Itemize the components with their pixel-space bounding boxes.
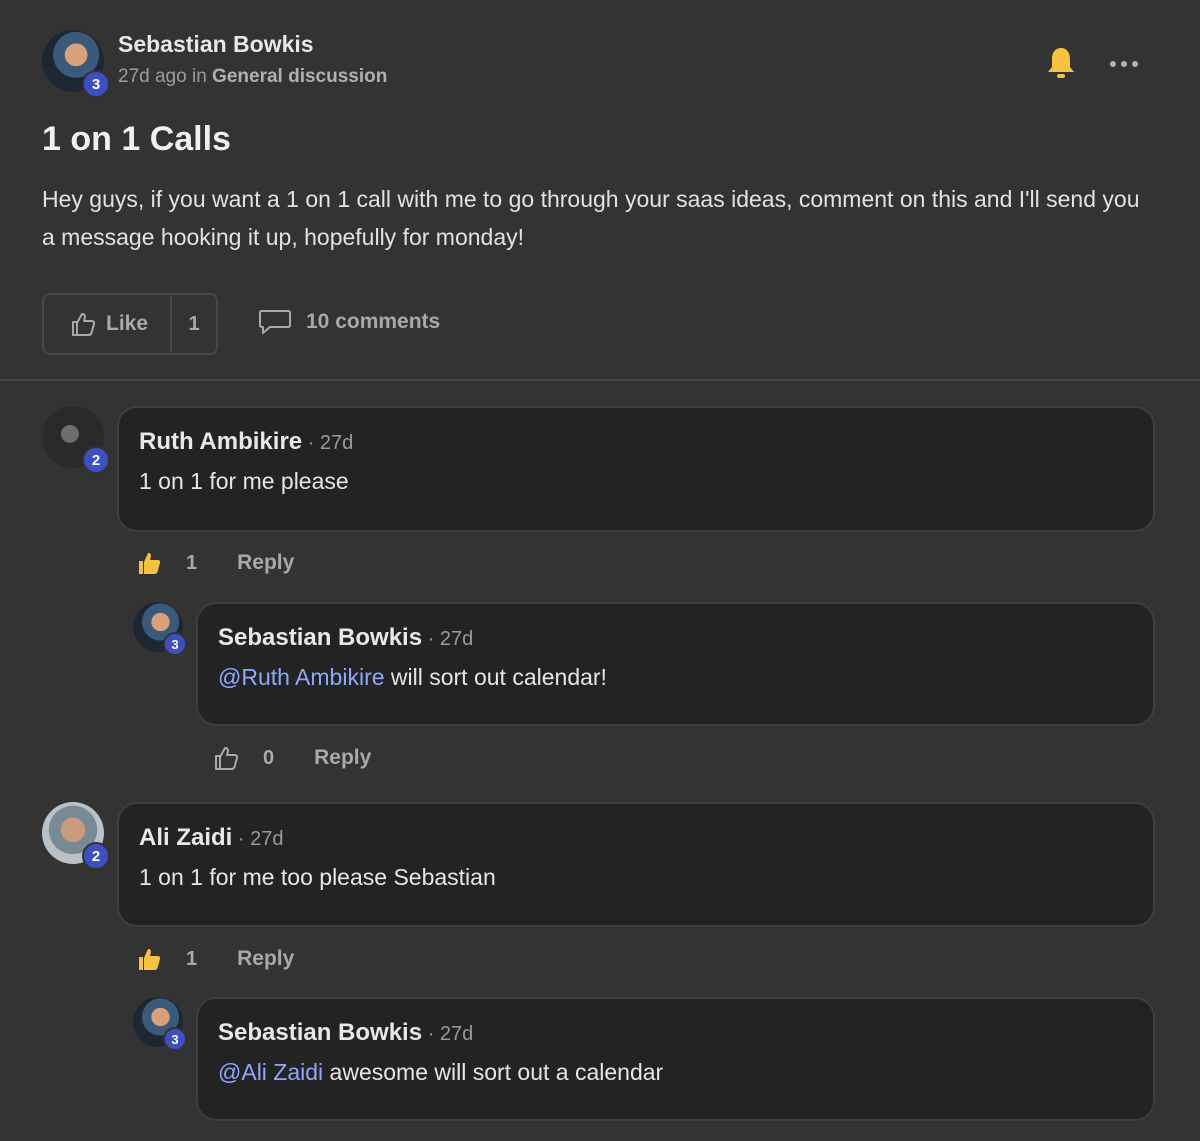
reply-button[interactable]: Reply [237, 551, 294, 575]
comment-text: 1 on 1 for me too please Sebastian [139, 864, 496, 890]
comment-bubble: Ali Zaidi · 27d 1 on 1 for me too please… [117, 802, 1155, 927]
post-title: 1 on 1 Calls [42, 120, 231, 158]
mention-link[interactable]: @Ruth Ambikire [218, 664, 385, 690]
reply-text: @Ruth Ambikire will sort out calendar! [218, 664, 1153, 691]
like-count[interactable]: 1 [172, 313, 216, 336]
post-meta: 27d ago in General discussion [118, 66, 387, 88]
reply-author[interactable]: Sebastian Bowkis [218, 624, 422, 651]
reply-avatar[interactable]: 3 [133, 997, 187, 1051]
thumbs-up-icon[interactable] [213, 745, 239, 771]
reply-bubble: Sebastian Bowkis · 27d @Ali Zaidi awesom… [196, 997, 1155, 1121]
bell-icon[interactable] [1046, 46, 1076, 80]
level-badge: 3 [163, 632, 187, 656]
reply-time: · 27d [422, 628, 474, 650]
comment-actions: 1 Reply [136, 946, 294, 972]
comment-author[interactable]: Ali Zaidi [139, 824, 232, 851]
like-label: Like [106, 312, 149, 335]
comment-author[interactable]: Ruth Ambikire [139, 428, 302, 455]
like-count: 1 [186, 947, 198, 970]
reply-text-body: awesome will sort out a calendar [323, 1059, 664, 1085]
like-box: Like 1 [42, 293, 218, 355]
thumbs-up-filled-icon[interactable] [136, 946, 162, 972]
reply-time: · 27d [422, 1023, 474, 1045]
thumbs-up-icon [72, 313, 96, 336]
reply-button[interactable]: Reply [314, 746, 371, 770]
mention-link[interactable]: @Ali Zaidi [218, 1059, 323, 1085]
comments-link[interactable]: 10 comments [258, 308, 440, 336]
comment-icon [259, 310, 291, 334]
author-name[interactable]: Sebastian Bowkis [118, 31, 387, 58]
comment-time: · 27d [302, 432, 354, 454]
level-badge: 3 [82, 70, 110, 98]
commenter-avatar[interactable]: 2 [42, 406, 110, 474]
like-count: 1 [186, 551, 198, 574]
reply-avatar[interactable]: 3 [133, 602, 187, 656]
level-badge: 2 [82, 446, 110, 474]
like-count: 0 [263, 746, 275, 769]
reply-actions: 0 Reply [213, 745, 371, 771]
reply-bubble: Sebastian Bowkis · 27d @Ruth Ambikire wi… [196, 602, 1155, 726]
comment-text: 1 on 1 for me please [139, 468, 349, 494]
more-horizontal-icon[interactable] [1108, 58, 1140, 70]
post-body: Hey guys, if you want a 1 on 1 call with… [42, 186, 1140, 250]
post-header: 3 Sebastian Bowkis 27d ago in General di… [42, 30, 387, 98]
comments-count: 10 comments [306, 310, 441, 333]
thumbs-up-filled-icon[interactable] [136, 550, 162, 576]
comment-time: · 27d [232, 828, 284, 850]
like-button[interactable]: Like [44, 295, 172, 353]
post-time: 27d ago [118, 65, 187, 87]
comment-bubble: Ruth Ambikire · 27d 1 on 1 for me please [117, 406, 1155, 532]
post-category[interactable]: General discussion [212, 66, 387, 87]
level-badge: 2 [82, 842, 110, 870]
author-avatar[interactable]: 3 [42, 30, 110, 98]
reply-text: @Ali Zaidi awesome will sort out a calen… [218, 1059, 1153, 1086]
commenter-avatar[interactable]: 2 [42, 802, 110, 870]
author-block: Sebastian Bowkis 27d ago in General disc… [118, 31, 387, 88]
comment-actions: 1 Reply [136, 550, 294, 576]
level-badge: 3 [163, 1027, 187, 1051]
post-in: in [191, 65, 207, 87]
reply-author[interactable]: Sebastian Bowkis [218, 1019, 422, 1046]
post: 3 Sebastian Bowkis 27d ago in General di… [0, 0, 1200, 381]
reply-button[interactable]: Reply [237, 947, 294, 971]
reply-text-body: will sort out calendar! [384, 664, 607, 690]
